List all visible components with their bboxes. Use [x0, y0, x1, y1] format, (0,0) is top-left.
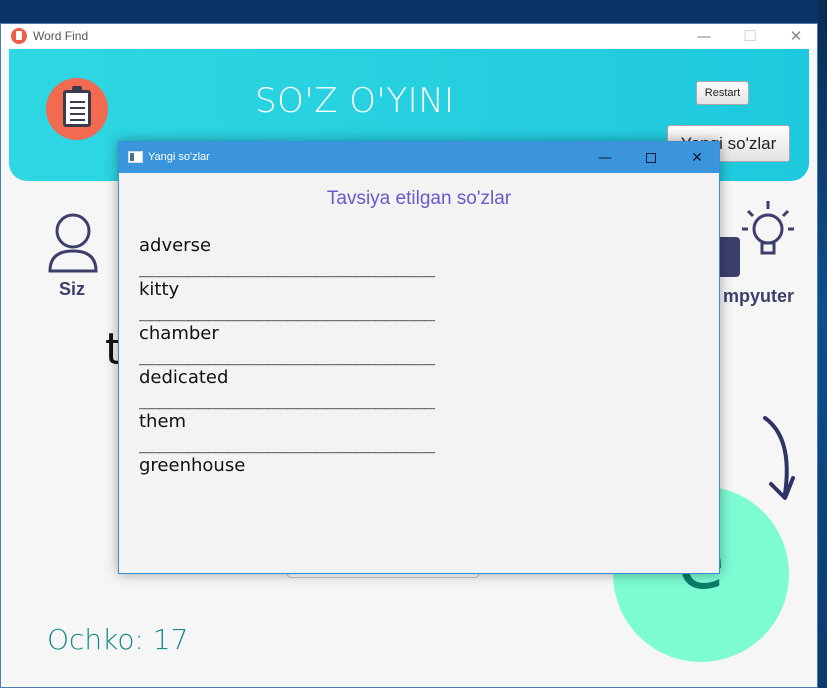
- window-icon: [128, 151, 143, 163]
- word-separator: ______________________________: [139, 345, 435, 366]
- curved-arrow-icon: [753, 412, 803, 511]
- user-icon: [38, 207, 108, 283]
- user-label: Siz: [59, 279, 86, 299]
- word-separator: ______________________________: [139, 433, 435, 454]
- dialog-maximize-button[interactable]: [628, 142, 674, 173]
- restart-button[interactable]: Restart: [696, 81, 749, 105]
- computer-label: mpyuter: [723, 286, 795, 306]
- dialog-title: Yangi so'zlar: [148, 151, 210, 163]
- word-item: kitty: [139, 279, 180, 300]
- word-separator: ______________________________: [139, 257, 435, 278]
- maximize-button[interactable]: ☐: [727, 24, 773, 48]
- word-separator: ______________________________: [139, 389, 435, 410]
- word-item: dedicated: [139, 367, 229, 388]
- main-titlebar: Word Find — ☐ ✕: [1, 24, 817, 48]
- score-label: Ochko: 17: [47, 623, 189, 656]
- dialog-titlebar[interactable]: Yangi so'zlar — ✕: [119, 142, 719, 173]
- maximize-icon: [646, 152, 656, 163]
- word-item: greenhouse: [139, 455, 246, 476]
- dialog-minimize-button[interactable]: —: [582, 142, 628, 173]
- clipboard-icon: [46, 78, 108, 140]
- word-item: adverse: [139, 235, 212, 256]
- word-item: them: [139, 411, 187, 432]
- suggested-words-dialog: Yangi so'zlar — ✕ Tavsiya etilgan so'zla…: [118, 141, 720, 574]
- app-icon: [11, 28, 27, 44]
- desktop-background: [0, 0, 827, 23]
- suggested-word-list: adverse ______________________________ k…: [139, 235, 449, 477]
- word-separator: ______________________________: [139, 301, 435, 322]
- word-item: chamber: [139, 323, 219, 344]
- app-heading: SO'Z O'YINI: [255, 81, 455, 121]
- main-window-title: Word Find: [33, 29, 89, 43]
- desktop-background-edge: [818, 0, 827, 688]
- minimize-button[interactable]: —: [681, 24, 727, 48]
- dialog-heading: Tavsiya etilgan so'zlar: [326, 188, 512, 209]
- dialog-close-button[interactable]: ✕: [674, 142, 720, 173]
- close-button[interactable]: ✕: [773, 24, 819, 48]
